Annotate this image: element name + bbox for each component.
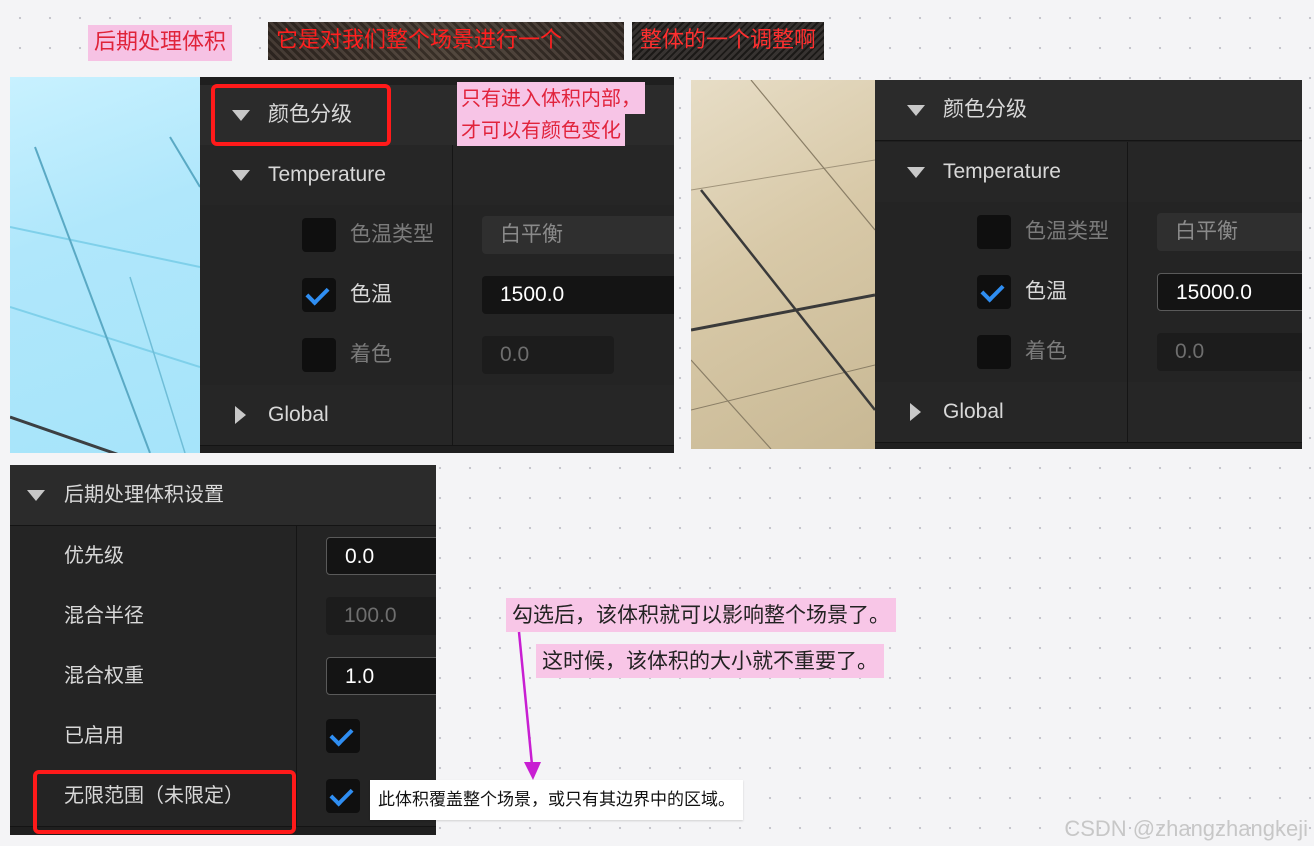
temperature-type-dropdown[interactable]: 白平衡 — [1157, 213, 1302, 251]
row-label: 着色 — [1025, 340, 1067, 363]
row-label: 色温类型 — [350, 223, 434, 246]
infinite-extent-tooltip: 此体积覆盖整个场景，或只有其边界中的区域。 — [370, 780, 743, 820]
row-temperature-type: 色温类型 白平衡 — [200, 205, 674, 266]
row-blend-weight: 混合权重 1.0 — [10, 646, 436, 707]
check-icon — [980, 278, 1005, 303]
row-temperature: 色温 15000.0 — [875, 262, 1302, 323]
group-label: Global — [943, 400, 1004, 423]
viewport-blue — [10, 77, 200, 453]
section-title: 颜色分级 — [943, 98, 1027, 121]
row-label: 已启用 — [64, 725, 124, 747]
enabled-checkbox[interactable] — [326, 719, 360, 753]
group-global[interactable]: Global — [875, 382, 1302, 443]
section-header-color-grading[interactable]: 颜色分级 — [875, 80, 1302, 141]
group-label: Global — [268, 403, 329, 426]
temperature-type-checkbox[interactable] — [977, 215, 1011, 249]
desc-note-1: 它是对我们整个场景进行一个 — [268, 22, 624, 60]
row-label: 着色 — [350, 343, 392, 366]
column-divider — [452, 265, 453, 325]
tint-input[interactable]: 0.0 — [482, 336, 614, 374]
highlight-color-grading — [211, 84, 391, 146]
group-temperature[interactable]: Temperature — [200, 145, 674, 206]
column-divider — [296, 526, 297, 586]
temperature-checkbox[interactable] — [302, 278, 336, 312]
priority-input[interactable]: 0.0 — [326, 537, 436, 575]
expand-arrow-icon[interactable] — [232, 170, 250, 181]
title-note: 后期处理体积 — [88, 25, 233, 61]
row-blend-radius: 混合半径 100.0 — [10, 586, 436, 647]
row-label: 混合权重 — [64, 665, 144, 687]
blend-radius-input[interactable]: 100.0 — [326, 597, 436, 635]
row-temperature: 色温 1500.0 — [200, 265, 674, 326]
temperature-type-checkbox[interactable] — [302, 218, 336, 252]
highlight-infinite-extent — [33, 770, 296, 834]
infinite-extent-checkbox[interactable] — [326, 779, 360, 813]
row-tint: 着色 0.0 — [875, 322, 1302, 383]
collapse-arrow-icon[interactable] — [910, 403, 921, 421]
expand-arrow-icon[interactable] — [27, 490, 45, 501]
callout-inside-volume-1: 只有进入体积内部， — [457, 82, 645, 114]
row-label: 色温类型 — [1025, 220, 1109, 243]
desc-note-2: 整体的一个调整啊 — [632, 22, 824, 60]
check-icon — [329, 722, 354, 747]
details-panel-right: 颜色分级 Temperature 色温类型 白平衡 色温 15000.0 着色 … — [875, 80, 1302, 449]
column-divider — [452, 325, 453, 385]
viewport-tan — [691, 80, 875, 449]
temperature-checkbox[interactable] — [977, 275, 1011, 309]
temperature-input[interactable]: 15000.0 — [1157, 273, 1302, 311]
check-icon — [305, 281, 330, 306]
watermark: CSDN @zhangzhangkeji — [1064, 816, 1308, 841]
viewport-blue-grid — [10, 136, 200, 453]
expand-arrow-icon[interactable] — [907, 167, 925, 178]
annotation-arrow — [517, 631, 541, 780]
temperature-input[interactable]: 1500.0 — [482, 276, 674, 314]
group-global[interactable]: Global — [200, 385, 674, 446]
column-divider — [452, 145, 453, 205]
row-temperature-type: 色温类型 白平衡 — [875, 202, 1302, 263]
temperature-type-dropdown[interactable]: 白平衡 — [482, 216, 674, 254]
row-label: 色温 — [1025, 280, 1067, 303]
row-label: 混合半径 — [64, 605, 144, 627]
check-icon — [329, 782, 354, 807]
row-label: 色温 — [350, 283, 392, 306]
row-enabled: 已启用 — [10, 706, 436, 767]
tint-input[interactable]: 0.0 — [1157, 333, 1302, 371]
group-label: Temperature — [943, 160, 1061, 183]
group-temperature[interactable]: Temperature — [875, 142, 1302, 203]
callout-inside-volume-2: 才可以有颜色变化 — [457, 114, 625, 146]
row-priority: 优先级 0.0 — [10, 526, 436, 587]
column-divider — [1127, 202, 1128, 262]
column-divider — [1127, 322, 1128, 382]
section-title: 后期处理体积设置 — [64, 484, 224, 506]
column-divider — [1127, 142, 1128, 202]
collapse-arrow-icon[interactable] — [235, 406, 246, 424]
viewport-tan-grid — [691, 80, 875, 449]
annotation-line-2: 这时候，该体积的大小就不重要了。 — [536, 644, 884, 678]
column-divider — [452, 205, 453, 265]
tint-checkbox[interactable] — [302, 338, 336, 372]
column-divider — [296, 706, 297, 766]
annotation-line-1: 勾选后，该体积就可以影响整个场景了。 — [506, 598, 896, 632]
section-header-pp-settings[interactable]: 后期处理体积设置 — [10, 465, 436, 526]
tint-checkbox[interactable] — [977, 335, 1011, 369]
blend-weight-input[interactable]: 1.0 — [326, 657, 436, 695]
column-divider — [296, 586, 297, 646]
column-divider — [452, 385, 453, 445]
column-divider — [296, 766, 297, 826]
column-divider — [1127, 262, 1128, 322]
column-divider — [296, 646, 297, 706]
group-label: Temperature — [268, 163, 386, 186]
row-label: 优先级 — [64, 545, 124, 567]
expand-arrow-icon[interactable] — [907, 105, 925, 116]
column-divider — [1127, 382, 1128, 442]
row-tint: 着色 0.0 — [200, 325, 674, 386]
